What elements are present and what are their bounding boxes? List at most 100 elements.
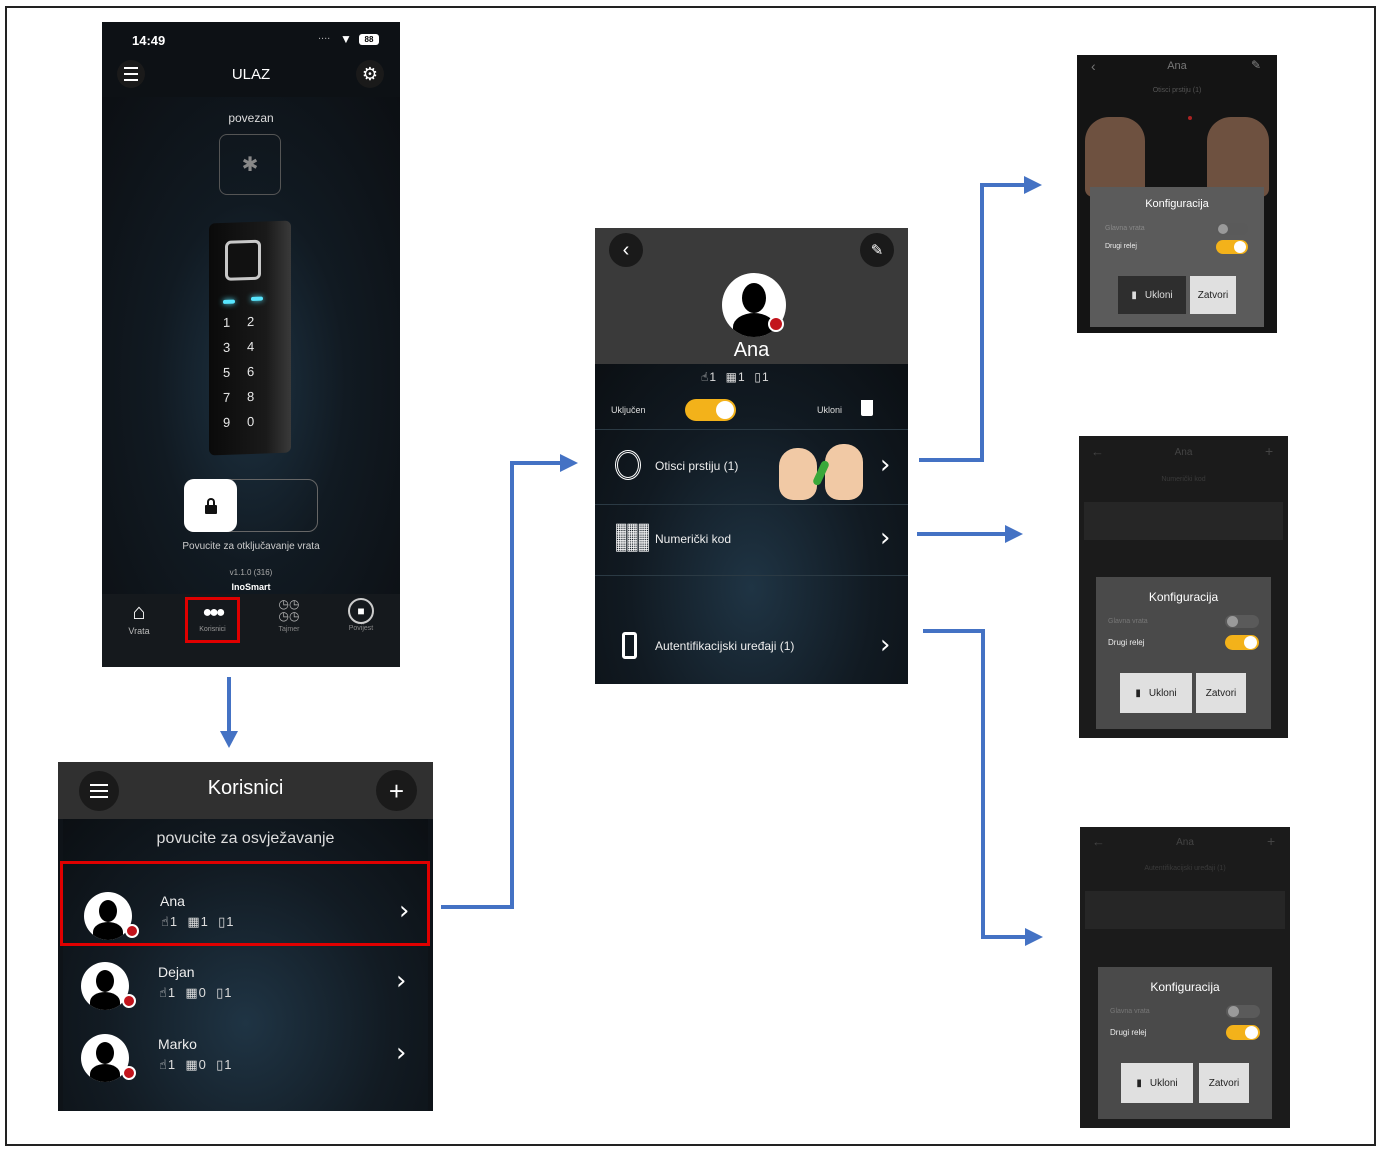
subtitle: Otisci prstiju (1) (1152, 87, 1202, 94)
option-main-label: Glavna vrata (1108, 618, 1148, 625)
user-credentials: ☝1 ▦0 ▯1 (159, 985, 233, 1000)
chevron-left-icon: ‹ (622, 238, 630, 261)
user-row-dejan[interactable]: Dejan ☝1 ▦0 ▯1 › (63, 948, 428, 1020)
user-row-ana[interactable]: Ana ☝1 ▦1 ▯1 › (60, 861, 430, 946)
flow-arrow-down (227, 677, 231, 733)
key: 0 (247, 413, 255, 430)
pencil-icon[interactable]: ✎ (1251, 58, 1261, 72)
option-main-label: Glavna vrata (1110, 1008, 1150, 1015)
flow-arrow-dev-v (981, 629, 985, 939)
chevron-right-icon: › (396, 1038, 407, 1068)
users-icon: ●●● (202, 604, 226, 621)
device-list-item[interactable] (1085, 891, 1285, 929)
code-list-item[interactable] (1084, 502, 1283, 540)
second-relay-toggle[interactable] (1225, 635, 1259, 650)
second-relay-toggle[interactable] (1226, 1025, 1260, 1040)
nav-korisnici[interactable]: ●●● Korisnici (185, 597, 240, 643)
key: 5 (223, 364, 231, 380)
row-label: Numerički kod (655, 532, 732, 546)
user-row-marko[interactable]: Marko ☝1 ▦0 ▯1 › (63, 1020, 428, 1092)
option-main-label: Glavna vrata (1105, 225, 1145, 232)
user-name: Ana (160, 893, 185, 909)
flow-arrow-h1 (441, 905, 514, 909)
edit-button[interactable]: ✎ (860, 233, 894, 267)
auth-devices-row[interactable]: Autentifikacijski uređaji (1) › (595, 576, 908, 681)
chevron-right-icon: › (399, 896, 410, 926)
user-name: Marko (158, 1036, 197, 1052)
flow-arrow-fp-h2 (980, 183, 1026, 187)
remove-user-label: Ukloni (817, 405, 843, 415)
lock-icon (204, 497, 217, 514)
key: 2 (247, 313, 255, 330)
remove-button[interactable]: ▮ Ukloni (1120, 673, 1192, 713)
admin-badge-icon (768, 316, 784, 332)
user-credentials: ☝1 ▦1 ▯1 (161, 914, 235, 929)
left-hand-image (1085, 117, 1145, 197)
unlock-slider-handle[interactable] (184, 479, 237, 532)
gear-icon: ⚙ (361, 63, 379, 84)
signal-icon: .... (318, 30, 331, 42)
flow-arrow-fp-h1 (919, 458, 984, 462)
config-device-screen: ← Ana + Autentifikacijski uređaji (1) Ko… (1080, 827, 1290, 1128)
flow-arrow-dev-h2 (981, 935, 1027, 939)
admin-badge-icon (125, 924, 139, 938)
chevron-right-icon: › (880, 523, 891, 553)
fingerprints-row[interactable]: Otisci prstiju (1) › (595, 430, 908, 503)
unlock-slider[interactable] (184, 479, 318, 532)
chevron-right-icon: › (880, 450, 891, 480)
user-detail-screen: ‹ ✎ Ana ☝1 ▦1 ▯1 Uključen Ukloni Otisci … (595, 228, 908, 684)
user-detail-name: Ana (733, 339, 770, 361)
key: 4 (247, 338, 255, 355)
user-name: Dejan (158, 964, 195, 980)
close-button[interactable]: Zatvori (1196, 673, 1246, 713)
close-button[interactable]: Zatvori (1199, 1063, 1249, 1103)
led-left (223, 299, 235, 304)
header-title: Ana (1176, 837, 1194, 848)
main-door-toggle[interactable] (1226, 1005, 1260, 1018)
config-modal: Konfiguracija Glavna vrata Drugi relej ▮… (1090, 187, 1264, 327)
trash-icon: ▮ (1135, 687, 1141, 699)
subtitle: Autentifikacijski uređaji (1) (1144, 865, 1226, 872)
bluetooth-button[interactable]: ✱ (219, 134, 281, 195)
back-button[interactable]: ‹ (609, 233, 643, 267)
key: 8 (247, 388, 255, 405)
credential-summary: ☝1 ▦1 ▯1 (701, 370, 770, 384)
main-door-toggle[interactable] (1225, 615, 1259, 628)
fingerprint-icon (615, 450, 641, 480)
settings-button[interactable]: ⚙ (356, 60, 384, 88)
option-relay-label: Drugi relej (1105, 243, 1137, 250)
bottom-nav: ⌂ Vrata ●●● Korisnici ◷◷ ◷◷ Tajmer ■ Povi… (102, 594, 400, 667)
nav-povijest[interactable]: ■ Povijest (334, 598, 388, 632)
arrowhead-right (560, 454, 578, 472)
close-button[interactable]: Zatvori (1190, 276, 1236, 314)
wifi-icon: ▼ (340, 32, 352, 46)
admin-badge-icon (122, 994, 136, 1008)
key: 1 (223, 314, 231, 330)
main-phone-screen: 14:49 .... ▼ 88 ULAZ ⚙ povezan ✱ 12 34 5… (102, 22, 400, 667)
modal-title: Konfiguracija (1150, 980, 1220, 994)
option-relay-label: Drugi relej (1108, 638, 1145, 647)
plus-icon[interactable]: + (1265, 443, 1273, 459)
connection-status: povezan (228, 111, 274, 125)
config-code-screen: ← Ana + Numerički kod Konfiguracija Glav… (1079, 436, 1288, 738)
numeric-code-row[interactable]: ▦▦▦ ▦▦▦ ▦▦▦ Numerički kod › (595, 505, 908, 575)
refresh-hint: povucite za osvježavanje (156, 830, 335, 847)
enabled-label: Uključen (611, 405, 646, 415)
remove-button[interactable]: ▮ Ukloni (1118, 276, 1186, 314)
modal-title: Konfiguracija (1148, 590, 1219, 604)
main-door-toggle[interactable] (1216, 223, 1248, 235)
admin-badge-icon (122, 1066, 136, 1080)
nav-tajmer[interactable]: ◷◷ ◷◷ Tajmer (262, 598, 316, 633)
second-relay-toggle[interactable] (1216, 240, 1248, 254)
remove-button[interactable]: ▮ Ukloni (1121, 1063, 1193, 1103)
trash-icon: ▮ (1136, 1077, 1142, 1089)
nav-label: Tajmer (278, 626, 300, 633)
nav-vrata[interactable]: ⌂ Vrata (112, 600, 166, 637)
enabled-toggle[interactable] (685, 399, 736, 421)
fingerprint-sensor (225, 239, 261, 281)
keypad-device-image: 12 34 56 78 90 (209, 220, 291, 456)
plus-icon[interactable]: + (1267, 833, 1275, 849)
flow-arrow-h2 (510, 461, 562, 465)
trash-icon[interactable] (861, 400, 873, 416)
add-user-button[interactable]: + (376, 770, 417, 811)
